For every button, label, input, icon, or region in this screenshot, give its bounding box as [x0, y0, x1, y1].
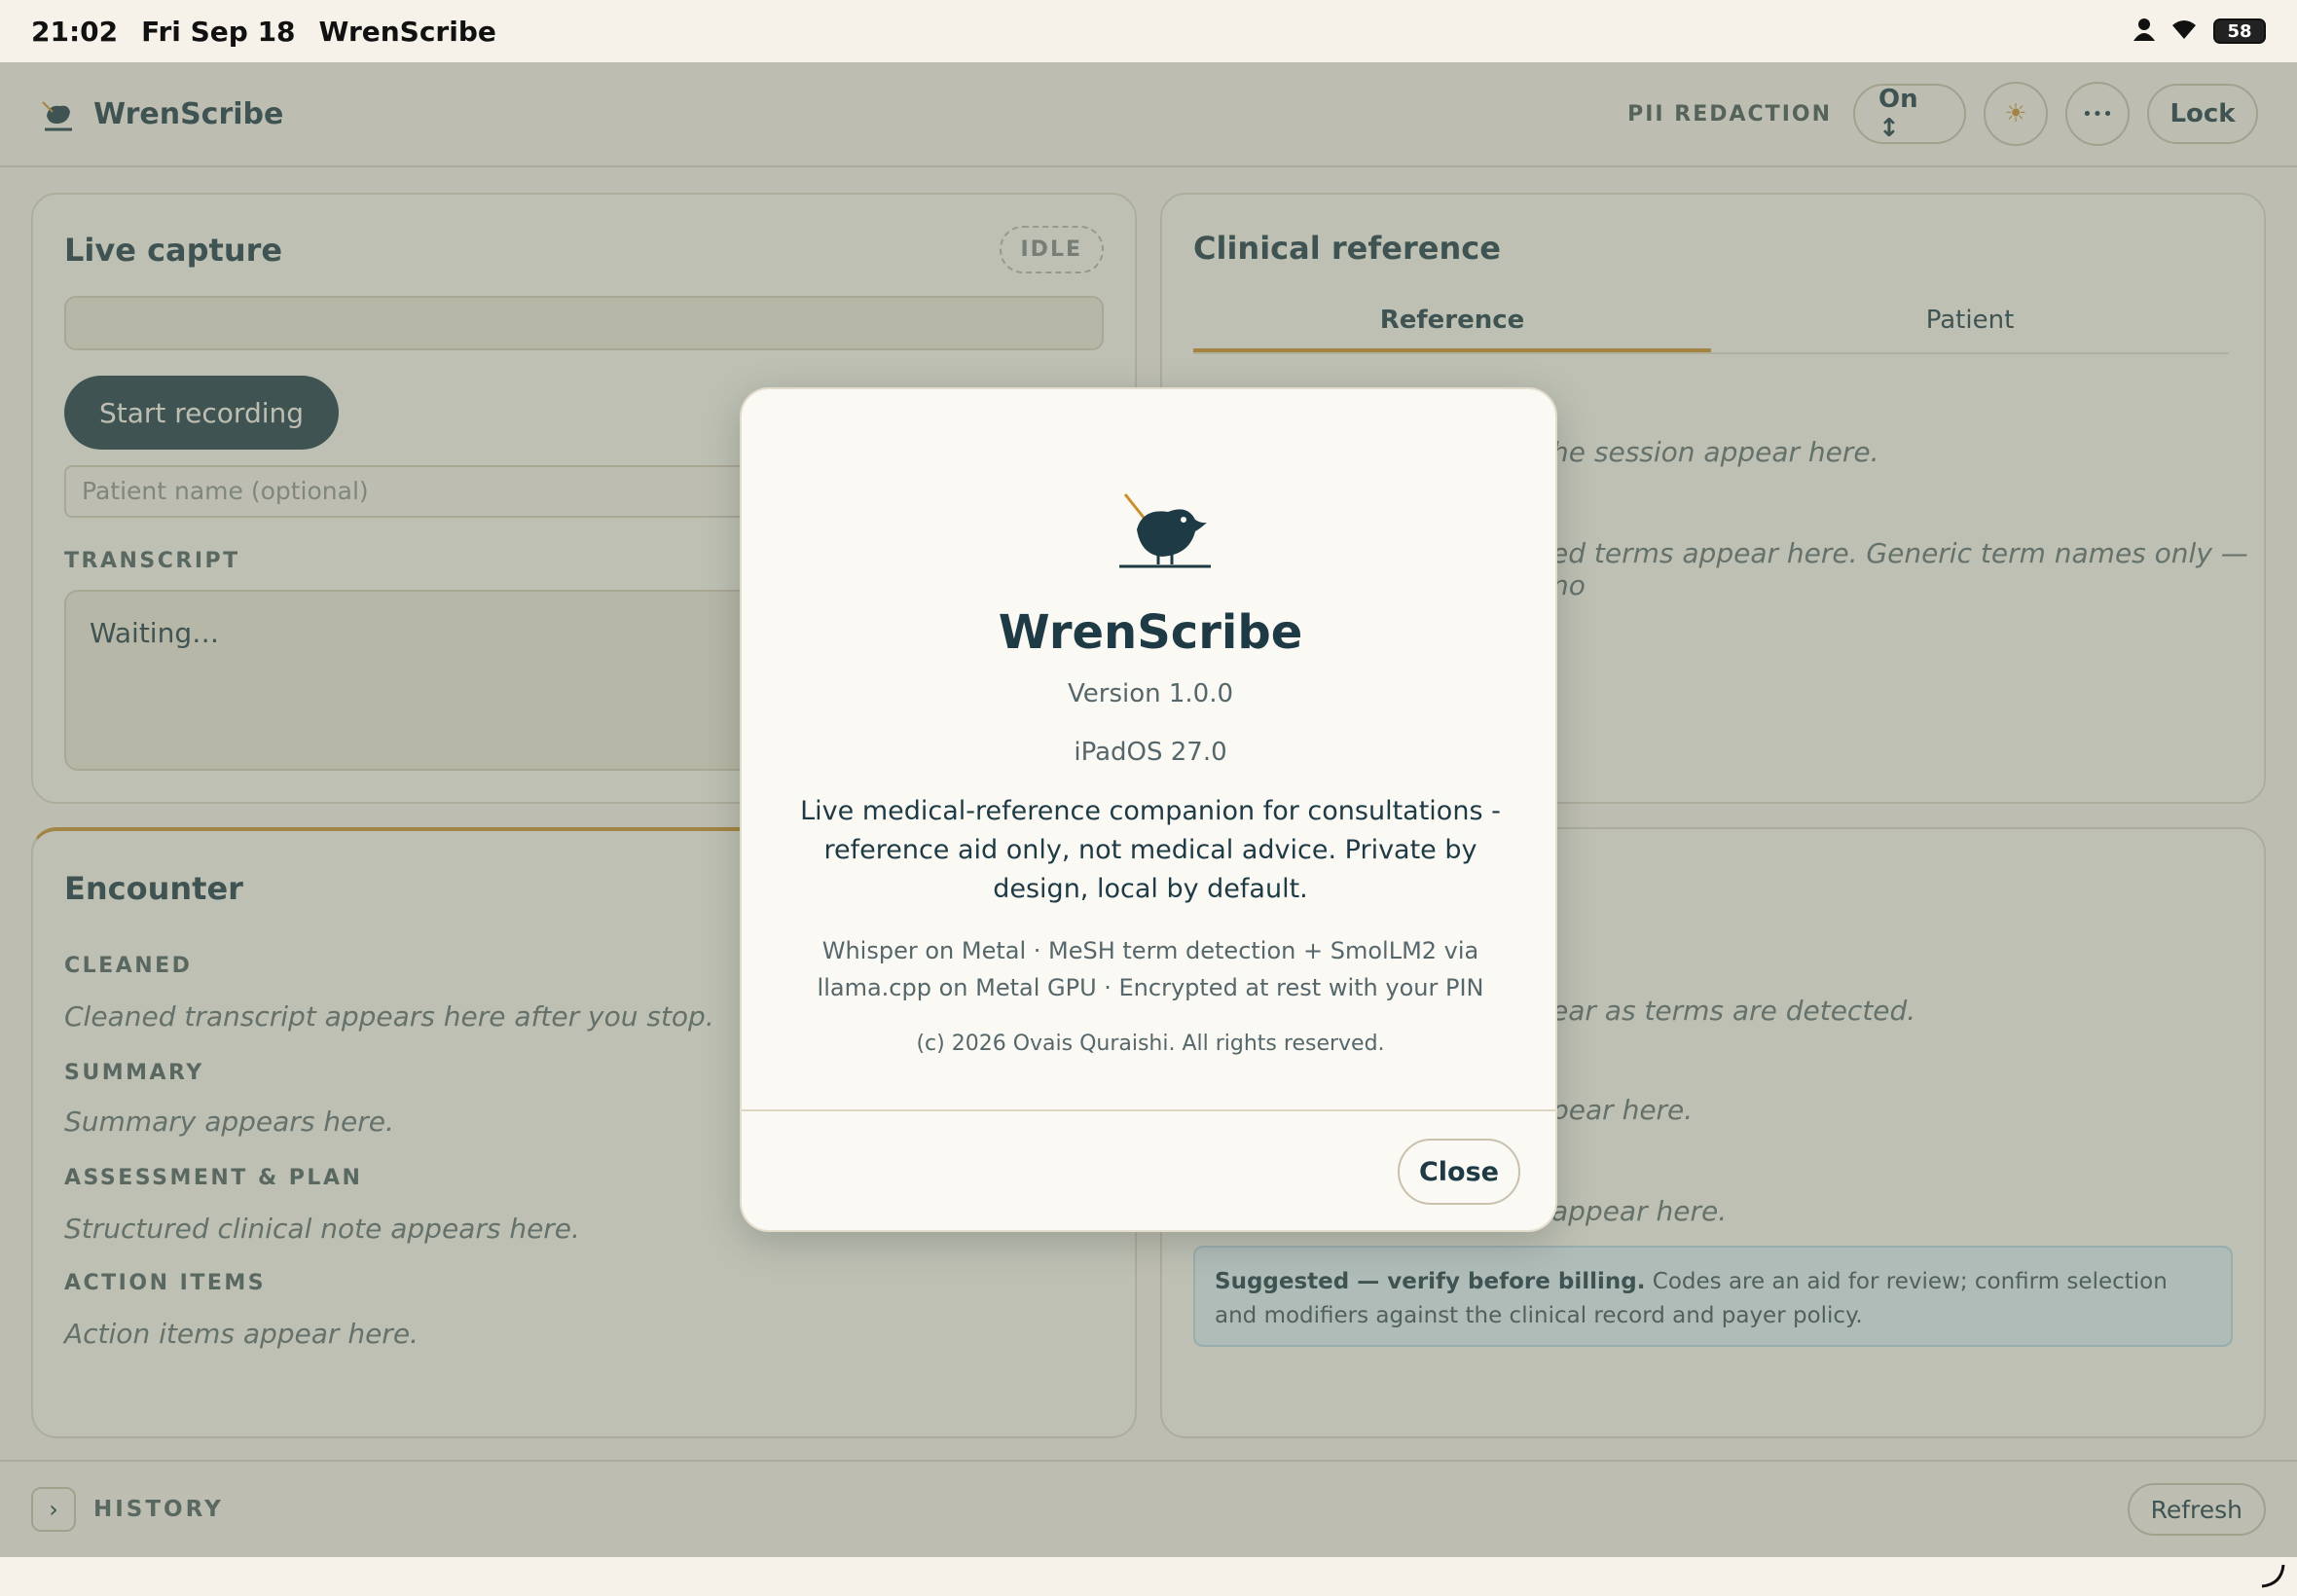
copyright-text: (c) 2026 Ovais Quraishi. All rights rese… [916, 1032, 1385, 1056]
dialog-divider [742, 1109, 1555, 1111]
status-app-name: WrenScribe [318, 15, 496, 48]
app-description: Live medical-reference companion for con… [800, 796, 1501, 904]
status-time: 21:02 [31, 15, 119, 48]
status-bar: 21:02 Fri Sep 18 WrenScribe 58 [0, 0, 2297, 62]
status-date: Fri Sep 18 [141, 15, 296, 48]
corner-grabber-icon [2258, 1561, 2287, 1596]
version-text: Version 1.0.0 [1067, 679, 1234, 708]
dialog-title: WrenScribe [998, 605, 1303, 660]
about-dialog: WrenScribe Version 1.0.0 iPadOS 27.0 Liv… [740, 387, 1557, 1232]
person-icon [2133, 16, 2155, 48]
wifi-icon [2169, 16, 2200, 48]
status-indicators: 58 [2133, 16, 2266, 48]
wren-bird-icon [1119, 490, 1211, 568]
battery-icon: 58 [2213, 18, 2266, 44]
close-button[interactable]: Close [1398, 1139, 1520, 1205]
os-version-text: iPadOS 27.0 [1074, 738, 1227, 767]
tech-stack-text: Whisper on Metal · MeSH term detection +… [817, 937, 1484, 1001]
home-indicator-strip [0, 1557, 2297, 1596]
